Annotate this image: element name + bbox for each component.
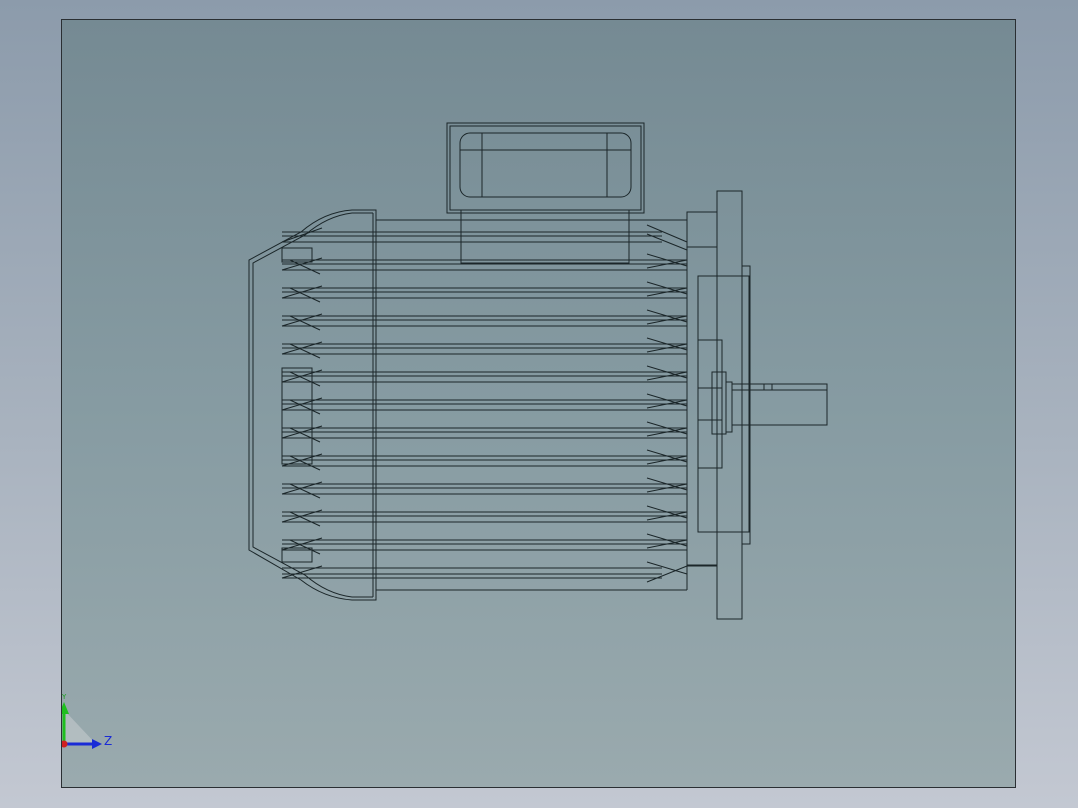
- triad-plane: [64, 710, 96, 744]
- coordinate-triad: Y Z: [62, 693, 112, 749]
- cooling-fins: [282, 231, 687, 579]
- z-axis-arrowhead: [92, 739, 102, 749]
- motor-geometry: [248, 122, 828, 620]
- z-axis-label: Z: [104, 734, 112, 748]
- graphics-viewport[interactable]: Y Z: [61, 19, 1016, 788]
- motor-body: [376, 219, 688, 591]
- motor-wireframe-model[interactable]: [62, 20, 1016, 788]
- flange: [686, 190, 751, 620]
- y-axis-arrowhead: [62, 702, 69, 714]
- fan-side-fin-marks: [281, 227, 323, 579]
- y-axis-label: Y: [62, 693, 67, 701]
- shaft: [711, 371, 828, 435]
- fan-cover: [248, 209, 377, 601]
